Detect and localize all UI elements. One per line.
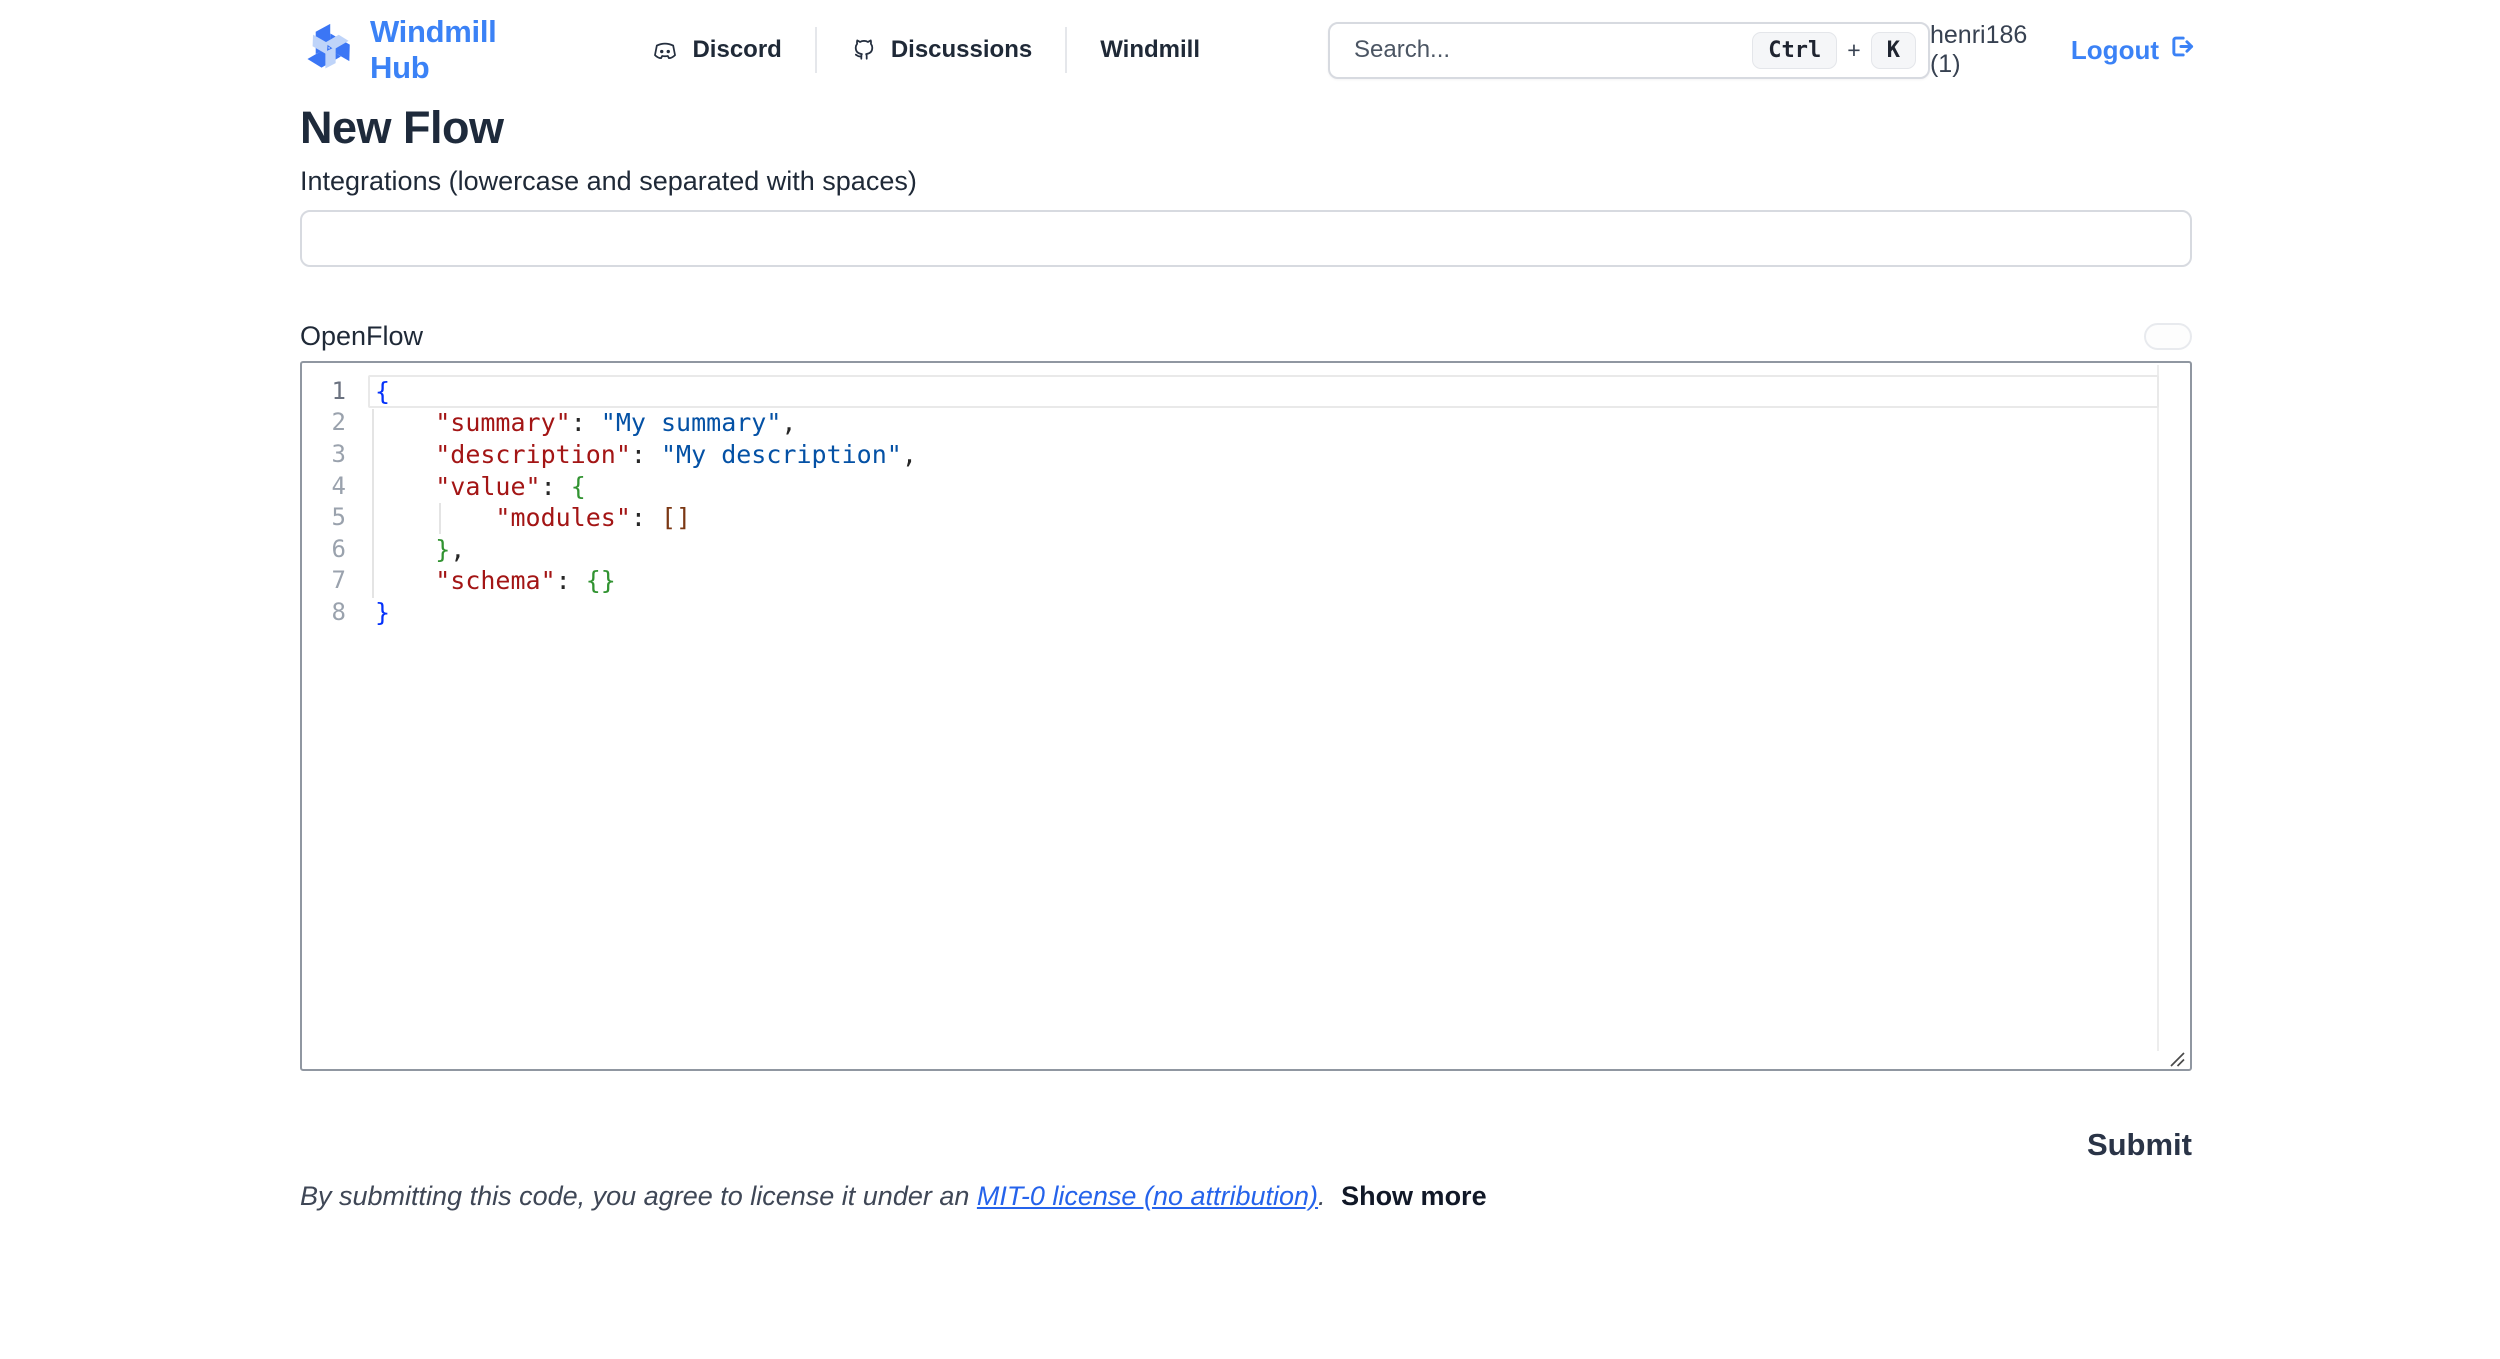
main-nav: Discord Discussions Windmill <box>633 27 1233 73</box>
line-number: 7 <box>302 565 346 597</box>
code-line: 2 "summary": "My summary", <box>302 407 2190 439</box>
openflow-row: OpenFlow <box>300 321 2192 352</box>
code-line-content: "schema": {} <box>375 565 616 597</box>
github-discussions-icon <box>850 36 878 64</box>
code-line: 3 "description": "My description", <box>302 439 2190 471</box>
username: henri186 (1) <box>1930 21 2047 79</box>
line-number: 2 <box>302 407 346 439</box>
license-note: By submitting this code, you agree to li… <box>300 1181 2192 1212</box>
license-prefix: By submitting this code, you agree to li… <box>300 1181 977 1211</box>
line-number: 3 <box>302 439 346 471</box>
mit-license-link[interactable]: MIT-0 license (no attribution) <box>977 1181 1318 1211</box>
logo-title: Windmill Hub <box>370 14 547 86</box>
submit-button[interactable]: Submit <box>2087 1127 2192 1163</box>
code-line: 7 "schema": {} <box>302 565 2190 597</box>
openflow-label: OpenFlow <box>300 321 423 352</box>
code-line-content: "summary": "My summary", <box>375 407 796 439</box>
logout-button[interactable]: Logout <box>2071 33 2195 67</box>
nav-item-discussions[interactable]: Discussions <box>817 36 1065 64</box>
kbd-ctrl: Ctrl <box>1752 32 1837 69</box>
code-line: 8} <box>302 597 2190 629</box>
code-line: 6 }, <box>302 534 2190 566</box>
integrations-label: Integrations (lowercase and separated wi… <box>300 166 2192 197</box>
header: Windmill Hub Discord Discussion <box>0 0 2500 100</box>
line-number: 4 <box>302 471 346 503</box>
discord-icon <box>651 36 679 64</box>
code-line-content: "description": "My description", <box>375 439 917 471</box>
user-area: henri186 (1) Logout <box>1930 21 2195 79</box>
code-line: 1{ <box>302 376 2190 408</box>
nav-item-discord[interactable]: Discord <box>633 36 814 64</box>
code-line-content: } <box>375 597 390 629</box>
search-input[interactable] <box>1352 35 1752 65</box>
kbd-k: K <box>1871 32 1916 69</box>
logo-link[interactable]: Windmill Hub <box>300 14 547 86</box>
nav-item-windmill[interactable]: Windmill <box>1067 36 1233 64</box>
openflow-toggle[interactable] <box>2144 323 2192 350</box>
code-line-content: "value": { <box>375 471 586 503</box>
code-editor-lines: 1{2 "summary": "My summary",3 "descripti… <box>302 376 2190 629</box>
logout-icon <box>2168 33 2195 67</box>
page-title: New Flow <box>300 100 2192 154</box>
code-line: 4 "value": { <box>302 471 2190 503</box>
search-bar: Ctrl + K <box>1328 22 1930 79</box>
nav-label: Discussions <box>891 36 1032 64</box>
code-line-content: "modules": [] <box>375 502 691 534</box>
integrations-input[interactable] <box>300 210 2192 267</box>
kbd-plus: + <box>1847 37 1860 64</box>
code-line: 5 "modules": [] <box>302 502 2190 534</box>
license-suffix: . <box>1318 1181 1333 1211</box>
main-content: New Flow Integrations (lowercase and sep… <box>300 100 2192 1212</box>
line-number: 6 <box>302 534 346 566</box>
resize-grip-icon[interactable] <box>2167 1046 2187 1066</box>
submit-row: Submit <box>300 1127 2192 1163</box>
line-number: 5 <box>302 502 346 534</box>
code-line-content: { <box>375 376 390 408</box>
line-number: 1 <box>302 376 346 408</box>
nav-label: Discord <box>692 36 781 64</box>
windmill-logo-icon <box>300 19 358 82</box>
nav-label: Windmill <box>1100 36 1200 64</box>
logout-label: Logout <box>2071 35 2159 66</box>
code-editor[interactable]: 1{2 "summary": "My summary",3 "descripti… <box>300 361 2192 1071</box>
show-more-link[interactable]: Show more <box>1341 1181 1487 1211</box>
code-line-content: }, <box>375 534 465 566</box>
line-number: 8 <box>302 597 346 629</box>
